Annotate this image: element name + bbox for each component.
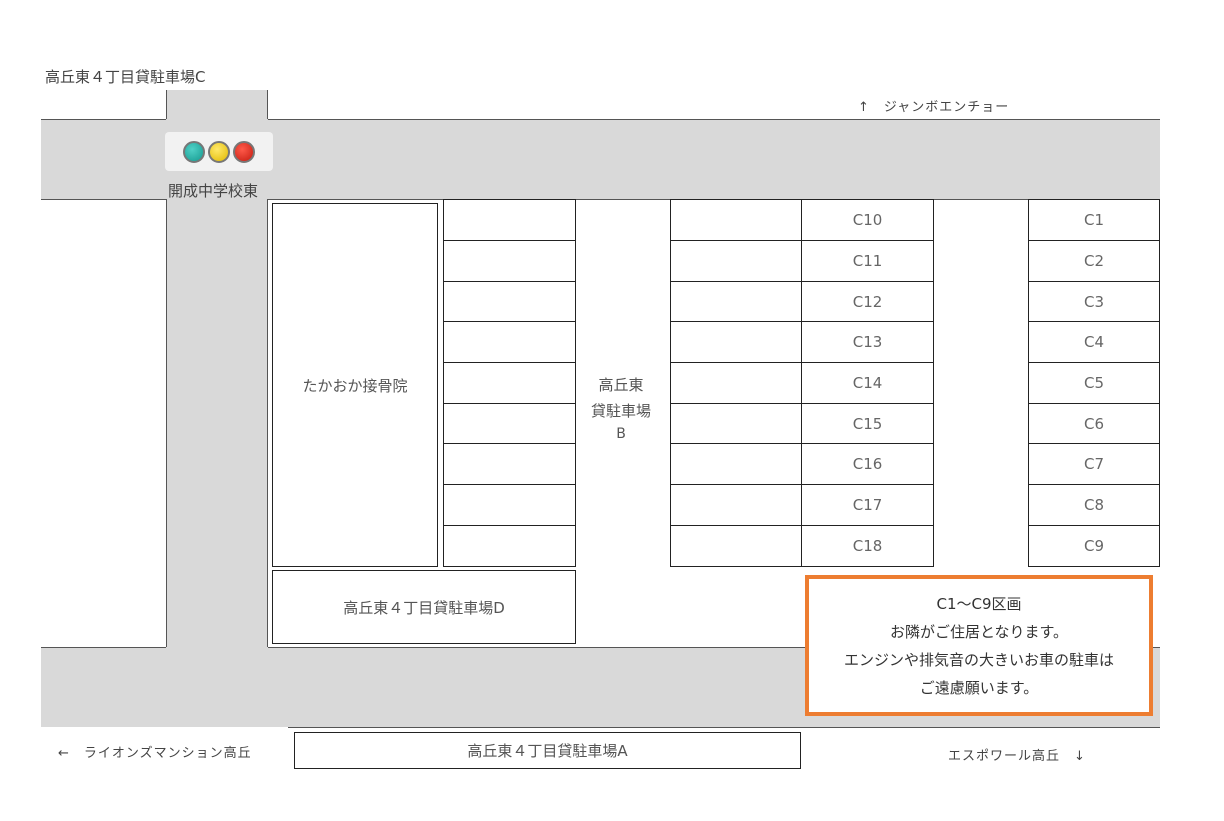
direction-jumbo-encho: ↑ ジャンボエンチョー xyxy=(858,100,1010,115)
lot-b-space xyxy=(443,484,576,526)
road-edge xyxy=(166,90,167,119)
notice-box: C1〜C9区画 お隣がご住居となります。 エンジンや排気音の大きいお車の駐車は … xyxy=(805,575,1153,716)
space-c10: C10 xyxy=(801,199,934,241)
signal-label: 開成中学校東 xyxy=(168,182,259,200)
road-edge xyxy=(267,90,268,119)
space-c8: C8 xyxy=(1028,484,1160,526)
space-c16: C16 xyxy=(801,443,934,485)
road-edge xyxy=(41,199,166,200)
parking-b-label: 高丘東 貸駐車場 B xyxy=(578,372,664,444)
lot-c-space xyxy=(670,199,802,241)
lot-c-space xyxy=(670,443,802,485)
parking-d-label: 高丘東４丁目貸駐車場D xyxy=(343,598,505,617)
space-c14: C14 xyxy=(801,362,934,404)
notice-line-1: C1〜C9区画 xyxy=(936,594,1022,613)
space-c15: C15 xyxy=(801,403,934,444)
clinic-label: たかおか接骨院 xyxy=(302,376,408,395)
lot-b-space xyxy=(443,403,576,444)
parking-a-label: 高丘東４丁目貸駐車場A xyxy=(467,742,628,760)
space-c13: C13 xyxy=(801,321,934,363)
lot-c-space xyxy=(670,321,802,363)
lot-c-space xyxy=(670,240,802,282)
red-lamp-icon xyxy=(233,140,255,163)
space-c6: C6 xyxy=(1028,403,1160,444)
lot-b-space xyxy=(443,525,576,567)
lot-c-space xyxy=(670,362,802,404)
parking-d: 高丘東４丁目貸駐車場D xyxy=(272,570,576,644)
notice-line-2: お隣がご住居となります。 xyxy=(889,622,1069,641)
lot-b-space xyxy=(443,240,576,282)
lot-c-space xyxy=(670,525,802,567)
space-c2: C2 xyxy=(1028,240,1160,282)
parking-a: 高丘東４丁目貸駐車場A xyxy=(294,732,801,769)
lot-c-space xyxy=(670,403,802,444)
notice-line-3: エンジンや排気音の大きいお車の駐車は xyxy=(843,650,1114,669)
lot-b-space xyxy=(443,199,576,241)
road-edge xyxy=(288,727,1160,728)
road-edge xyxy=(41,119,166,120)
direction-lions-mansion: ← ライオンズマンション高丘 xyxy=(58,746,252,761)
lot-b-space xyxy=(443,443,576,485)
space-c1: C1 xyxy=(1028,199,1160,241)
space-c3: C3 xyxy=(1028,281,1160,322)
yellow-lamp-icon xyxy=(208,140,230,163)
parking-b-line2: 貸駐車場 xyxy=(590,402,651,420)
notice-line-4: ご遠慮願います。 xyxy=(919,678,1039,697)
parking-b-line1: 高丘東 xyxy=(598,376,644,394)
road-edge xyxy=(166,199,167,647)
space-c7: C7 xyxy=(1028,443,1160,485)
space-c4: C4 xyxy=(1028,321,1160,363)
lot-c-space xyxy=(670,281,802,322)
road-edge xyxy=(267,199,268,647)
traffic-signal-icon xyxy=(165,132,273,171)
space-c12: C12 xyxy=(801,281,934,322)
lot-b-space xyxy=(443,281,576,322)
lot-c-space xyxy=(670,484,802,526)
space-c5: C5 xyxy=(1028,362,1160,404)
road-edge xyxy=(268,119,1160,120)
lot-b-space xyxy=(443,362,576,404)
space-c17: C17 xyxy=(801,484,934,526)
space-c9: C9 xyxy=(1028,525,1160,567)
space-c18: C18 xyxy=(801,525,934,567)
space-c11: C11 xyxy=(801,240,934,282)
road-edge xyxy=(41,647,166,648)
green-lamp-icon xyxy=(183,140,205,163)
clinic-building: たかおか接骨院 xyxy=(272,203,438,567)
lot-b-space xyxy=(443,321,576,363)
parking-c-label: 高丘東４丁目貸駐車場C xyxy=(45,68,206,86)
parking-b-line3: B xyxy=(616,426,626,442)
direction-espoir: エスポワール高丘 ↓ xyxy=(948,749,1086,764)
